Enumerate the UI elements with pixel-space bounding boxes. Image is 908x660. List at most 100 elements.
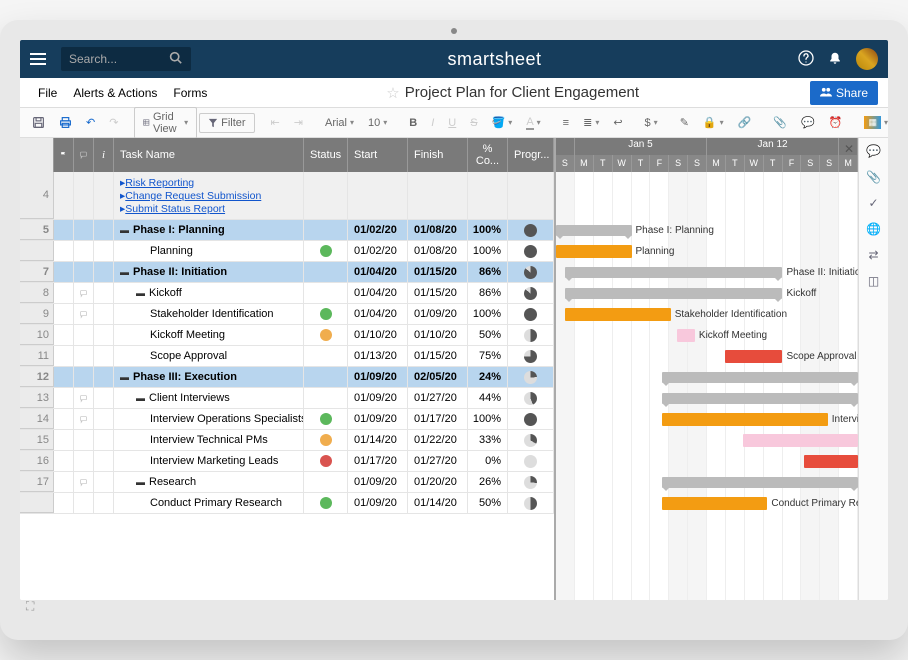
underline-icon[interactable]: U xyxy=(442,114,462,132)
gantt-chart: Jan 5 Jan 12 SMTWTFSSMTWTFSSM ✕ Phase I:… xyxy=(554,138,858,600)
col-prog[interactable]: Progr... xyxy=(508,138,554,172)
col-pct[interactable]: % Co... xyxy=(468,138,508,172)
table-row[interactable]: 15 Interview Technical PMs 01/14/20 01/2… xyxy=(20,430,554,451)
table-row[interactable]: 16 Interview Marketing Leads 01/17/20 01… xyxy=(20,451,554,472)
menu-file[interactable]: File xyxy=(30,86,65,100)
sheet-title: ☆ Project Plan for Client Engagement xyxy=(215,84,810,102)
table-row[interactable]: 8 ▬Kickoff 01/04/20 01/15/20 86% xyxy=(20,283,554,304)
gantt-bar[interactable]: Scope Approval xyxy=(725,350,782,363)
text-color-icon[interactable]: A▾ xyxy=(520,113,546,133)
right-rail: 💬 📎 ✓ 🌐 ⇄ ◫ xyxy=(858,138,888,600)
fullscreen-icon[interactable]: ⛶ xyxy=(26,599,34,614)
align-left-icon[interactable]: ≡ xyxy=(557,114,575,132)
table-row[interactable]: Planning 01/02/20 01/08/20 100% xyxy=(20,241,554,262)
font-selector[interactable]: Arial ▾ xyxy=(319,114,360,132)
col-flag xyxy=(54,138,74,172)
table-row[interactable]: 10 Kickoff Meeting 01/10/20 01/10/20 50% xyxy=(20,325,554,346)
gantt-bar[interactable]: Kickoff Meeting xyxy=(677,329,695,342)
hamburger-icon[interactable] xyxy=(30,50,46,68)
data-grid: i Task Name Status Start Finish % Co... … xyxy=(20,138,554,600)
save-icon[interactable] xyxy=(26,113,51,132)
table-row[interactable]: 14 Interview Operations Specialists 01/0… xyxy=(20,409,554,430)
table-row[interactable]: 5 ▬Phase I: Planning 01/02/20 01/08/20 1… xyxy=(20,220,554,241)
gantt-bar[interactable] xyxy=(804,455,858,468)
menubar: File Alerts & Actions Forms ☆ Project Pl… xyxy=(20,78,888,108)
gantt-bar[interactable]: Interview xyxy=(662,413,828,426)
search-box[interactable] xyxy=(61,47,191,71)
gantt-bar[interactable]: Planning xyxy=(556,245,632,258)
brand-logo: smartsheet xyxy=(191,49,798,70)
table-row[interactable]: 9 Stakeholder Identification 01/04/20 01… xyxy=(20,304,554,325)
col-start[interactable]: Start xyxy=(348,138,408,172)
col-status[interactable]: Status xyxy=(304,138,348,172)
close-gantt-icon[interactable]: ✕ xyxy=(844,142,854,156)
menu-forms[interactable]: Forms xyxy=(165,86,215,100)
gantt-bar[interactable] xyxy=(662,477,858,488)
gantt-bar[interactable] xyxy=(743,434,858,447)
redo-icon[interactable]: ↷ xyxy=(103,113,124,132)
gantt-bar[interactable]: Phase I: Planning xyxy=(556,225,632,236)
italic-icon[interactable]: I xyxy=(425,114,440,132)
table-row[interactable]: 13 ▬Client Interviews 01/09/20 01/27/20 … xyxy=(20,388,554,409)
link-change[interactable]: Change Request Submission xyxy=(120,190,261,202)
filter-button[interactable]: Filter xyxy=(199,113,254,133)
star-icon[interactable]: ☆ xyxy=(386,84,399,102)
menu-alerts[interactable]: Alerts & Actions xyxy=(65,86,165,100)
search-icon xyxy=(169,51,182,67)
link-risk[interactable]: Risk Reporting xyxy=(120,177,194,189)
gantt-bar[interactable] xyxy=(662,393,858,404)
gantt-bar[interactable]: Stakeholder Identification xyxy=(565,308,671,321)
top-navbar: smartsheet xyxy=(20,40,888,78)
col-rownum xyxy=(20,138,54,172)
table-row[interactable]: 7 ▬Phase II: Initiation 01/04/20 01/15/2… xyxy=(20,262,554,283)
help-icon[interactable] xyxy=(798,50,814,69)
proof-rail-icon[interactable]: ✓ xyxy=(868,196,878,210)
grid-header: i Task Name Status Start Finish % Co... … xyxy=(20,138,554,172)
search-input[interactable] xyxy=(69,52,169,66)
table-row[interactable]: 17 ▬Research 01/09/20 01/20/20 26% xyxy=(20,472,554,493)
reminder-icon[interactable]: ⏰ xyxy=(823,113,849,132)
user-avatar[interactable] xyxy=(856,48,878,70)
table-row[interactable]: 11 Scope Approval 01/13/20 01/15/20 75% xyxy=(20,346,554,367)
toolbar: ↶ ↷ Grid View▾ Filter ⇤ ⇥ Arial ▾ 10 ▾ B… xyxy=(20,108,888,138)
wrap-icon[interactable]: ↩ xyxy=(607,113,628,132)
format-options-icon[interactable]: $▾ xyxy=(639,114,664,132)
activity-rail-icon[interactable]: ◫ xyxy=(868,274,879,288)
people-icon xyxy=(820,86,832,100)
undo-icon[interactable]: ↶ xyxy=(80,113,101,132)
align-v-icon[interactable]: ≣▾ xyxy=(577,113,605,132)
lock-icon[interactable]: 🔒▾ xyxy=(697,113,730,132)
strike-icon[interactable]: S xyxy=(464,114,483,132)
highlight-icon[interactable]: ✎ xyxy=(674,113,695,132)
bell-icon[interactable] xyxy=(828,51,842,68)
gantt-week-1: Jan 5 xyxy=(575,138,707,155)
conditional-format-icon[interactable]: ▦▾ xyxy=(858,113,888,132)
table-row[interactable]: 12 ▬Phase III: Execution 01/09/20 02/05/… xyxy=(20,367,554,388)
fill-color-icon[interactable]: 🪣▾ xyxy=(486,113,519,132)
gantt-bar[interactable]: Conduct Primary Rese xyxy=(662,497,768,510)
link-icon[interactable]: 🔗 xyxy=(732,113,758,132)
gantt-bar[interactable]: Kickoff xyxy=(565,288,782,299)
attachment-toolbar-icon[interactable]: 📎 xyxy=(767,113,793,132)
link-status[interactable]: Submit Status Report xyxy=(120,203,225,215)
indent-icon[interactable]: ⇥ xyxy=(288,113,309,132)
outdent-icon[interactable]: ⇤ xyxy=(265,113,286,132)
gantt-week-2: Jan 12 xyxy=(707,138,839,155)
table-row[interactable]: Conduct Primary Research 01/09/20 01/14/… xyxy=(20,493,554,514)
comments-rail-icon[interactable]: 💬 xyxy=(866,144,881,158)
attachments-rail-icon[interactable]: 📎 xyxy=(866,170,881,184)
gantt-bar[interactable] xyxy=(662,372,858,383)
publish-rail-icon[interactable]: 🌐 xyxy=(866,222,881,236)
col-task[interactable]: Task Name xyxy=(114,138,304,172)
workflow-rail-icon[interactable]: ⇄ xyxy=(868,248,878,262)
gantt-bar[interactable]: Phase II: Initiation xyxy=(565,267,782,278)
print-icon[interactable] xyxy=(53,113,78,132)
col-finish[interactable]: Finish xyxy=(408,138,468,172)
view-switcher[interactable]: Grid View▾ xyxy=(134,107,197,139)
bold-icon[interactable]: B xyxy=(403,114,423,132)
font-size-selector[interactable]: 10 ▾ xyxy=(362,114,393,132)
comment-toolbar-icon[interactable]: 💬 xyxy=(795,113,821,132)
col-info: i xyxy=(94,138,114,172)
share-button[interactable]: Share xyxy=(810,81,878,105)
col-comment xyxy=(74,138,94,172)
